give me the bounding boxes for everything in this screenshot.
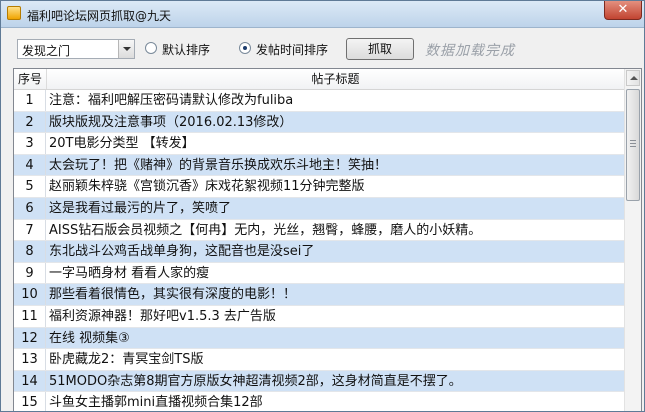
post-title[interactable]: 注意：福利吧解压密码请默认修改为fuliba: [49, 90, 293, 111]
posts-table: 序号 帖子标题 1 注意：福利吧解压密码请默认修改为fuliba 2 版块版规及注意事…: [13, 68, 642, 411]
post-title[interactable]: 太会玩了！把《赌神》的背景音乐换成欢乐斗地主！笑抽！: [49, 155, 387, 176]
toolbar: 发现之门 默认排序 发帖时间排序 抓取 数据加载完成: [1, 28, 644, 68]
grab-button[interactable]: 抓取: [346, 38, 414, 60]
post-title[interactable]: AISS钻石版会员视频之【何冉】无内，光丝，翘臀，蜂腰，磨人的小妖精。: [49, 220, 481, 241]
post-title[interactable]: 这是我看过最污的片了，笑喷了: [49, 198, 231, 219]
title-bar[interactable]: 福利吧论坛网页抓取@九天 ✕: [1, 1, 644, 28]
chevron-down-icon[interactable]: [118, 40, 134, 58]
post-title[interactable]: 赵丽颖朱梓骁《宫锁沉香》床戏花絮视频11分钟完整版: [49, 176, 365, 197]
table-row[interactable]: 2 版块版规及注意事项（2016.02.13修改）: [14, 111, 624, 134]
table-rows: 1 注意：福利吧解压密码请默认修改为fuliba 2 版块版规及注意事项（2016.0…: [14, 90, 624, 411]
radio-button-icon[interactable]: [145, 42, 157, 54]
row-number: 6: [14, 197, 46, 219]
post-title[interactable]: 51MODO杂志第8期官方原版女神超清视频2部，这身材简直是不摆了。: [49, 371, 462, 392]
table-row[interactable]: 1 注意：福利吧解压密码请默认修改为fuliba: [14, 90, 624, 112]
table-row[interactable]: 9 一字马晒身材 看看人家的瘦: [14, 262, 624, 285]
row-number: 8: [14, 241, 46, 262]
post-title[interactable]: 东北战斗公鸡舌战单身狗，这配音也是没sei了: [49, 241, 314, 262]
status-text: 数据加载完成: [425, 43, 515, 59]
sort-default-radio[interactable]: 默认排序: [145, 42, 225, 58]
window-title: 福利吧论坛网页抓取@九天: [27, 9, 172, 23]
table-row[interactable]: 13 卧虎藏龙2：青冥宝剑TS版: [14, 349, 624, 371]
table-row[interactable]: 14 51MODO杂志第8期官方原版女神超清视频2部，这身材简直是不摆了。: [14, 370, 624, 393]
vertical-scrollbar[interactable]: [624, 69, 641, 411]
table-row[interactable]: 6 这是我看过最污的片了，笑喷了: [14, 197, 624, 220]
scrollbar-thumb[interactable]: [626, 89, 640, 201]
app-icon: [7, 6, 21, 20]
post-title[interactable]: 一字马晒身材 看看人家的瘦: [49, 263, 209, 284]
sort-time-label: 发帖时间排序: [256, 43, 329, 57]
row-number: 5: [14, 176, 46, 197]
category-select[interactable]: 发现之门: [17, 39, 135, 59]
post-title[interactable]: 卧虎藏龙2：青冥宝剑TS版: [49, 349, 203, 370]
table-row[interactable]: 12 在线 视频集③: [14, 327, 624, 350]
row-number: 15: [14, 392, 46, 411]
row-number: 4: [14, 154, 46, 176]
close-button[interactable]: ✕: [604, 1, 642, 20]
table-row[interactable]: 3 20T电影分类型 【转发】: [14, 133, 624, 155]
post-title[interactable]: 20T电影分类型 【转发】: [49, 133, 195, 154]
row-number: 14: [14, 370, 46, 392]
table-row[interactable]: 10 那些看着很情色，其实很有深度的电影！！: [14, 284, 624, 306]
table-header: 序号 帖子标题: [14, 69, 641, 90]
close-icon: ✕: [617, 2, 629, 17]
table-row[interactable]: 11 福利资源神器！那好吧v1.5.3 去广告版: [14, 305, 624, 328]
column-header-number[interactable]: 序号: [14, 69, 47, 89]
row-number: 10: [14, 284, 46, 305]
row-number: 7: [14, 219, 46, 241]
post-title[interactable]: 福利资源神器！那好吧v1.5.3 去广告版: [49, 306, 276, 327]
sort-time-radio[interactable]: 发帖时间排序: [239, 42, 339, 58]
column-header-title[interactable]: 帖子标题: [47, 69, 624, 89]
row-number: 12: [14, 327, 46, 349]
app-window: 福利吧论坛网页抓取@九天 ✕ 发现之门 默认排序 发帖时间排序 抓取 数据加载完…: [0, 0, 645, 412]
scroll-up-arrow-icon[interactable]: [626, 70, 640, 86]
post-title[interactable]: 斗鱼女主播郭mini直播视频合集12部: [49, 392, 263, 411]
row-number: 1: [14, 90, 46, 111]
table-row[interactable]: 5 赵丽颖朱梓骁《宫锁沉香》床戏花絮视频11分钟完整版: [14, 176, 624, 198]
post-title[interactable]: 那些看着很情色，其实很有深度的电影！！: [49, 284, 296, 305]
row-number: 3: [14, 133, 46, 154]
sort-default-label: 默认排序: [162, 43, 211, 57]
row-number: 9: [14, 262, 46, 284]
table-row[interactable]: 15 斗鱼女主播郭mini直播视频合集12部: [14, 392, 624, 411]
row-number: 2: [14, 111, 46, 133]
row-number: 13: [14, 349, 46, 370]
table-row[interactable]: 8 东北战斗公鸡舌战单身狗，这配音也是没sei了: [14, 241, 624, 263]
post-title[interactable]: 版块版规及注意事项（2016.02.13修改）: [49, 112, 292, 133]
post-title[interactable]: 在线 视频集③: [49, 328, 130, 349]
row-number: 11: [14, 305, 46, 327]
category-select-value: 发现之门: [22, 44, 71, 58]
table-row[interactable]: 7 AISS钻石版会员视频之【何冉】无内，光丝，翘臀，蜂腰，磨人的小妖精。: [14, 219, 624, 242]
radio-button-checked-icon[interactable]: [239, 42, 251, 54]
table-row[interactable]: 4 太会玩了！把《赌神》的背景音乐换成欢乐斗地主！笑抽！: [14, 154, 624, 177]
